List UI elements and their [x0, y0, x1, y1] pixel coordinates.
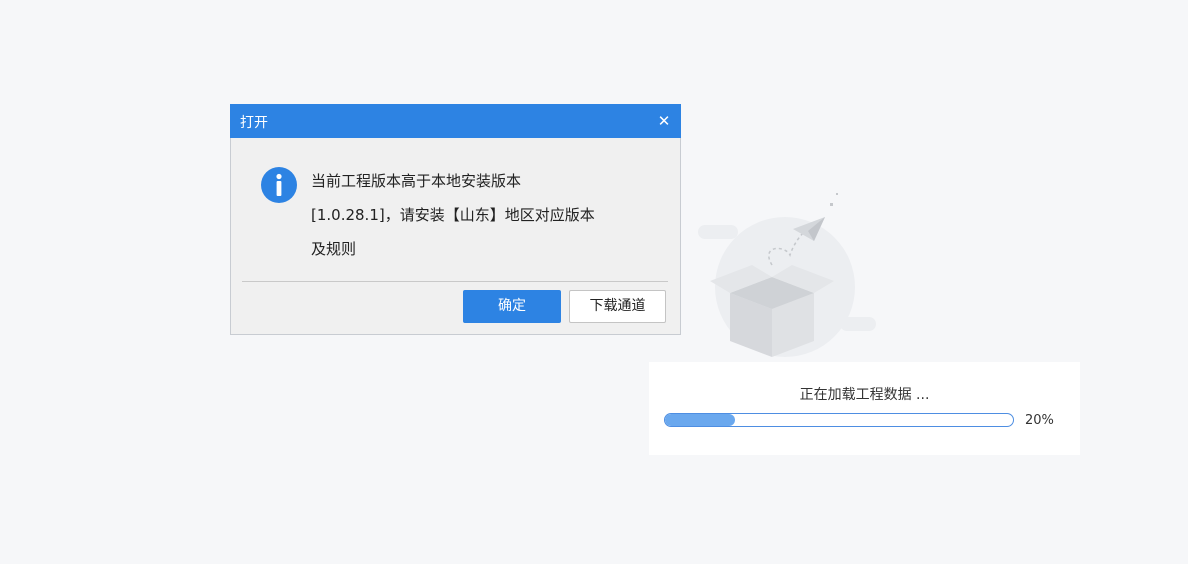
progress-bar-fill	[665, 414, 735, 426]
dialog-message: 当前工程版本高于本地安装版本 [1.0.28.1]，请安装【山东】地区对应版本 …	[311, 164, 661, 266]
dialog-divider	[242, 281, 668, 282]
empty-box-illustration	[690, 185, 880, 375]
open-dialog: 打开 ✕ 当前工程版本高于本地安装版本 [1.0.28.1]，请安装【山东】地区…	[230, 104, 681, 335]
close-button[interactable]: ✕	[653, 110, 675, 132]
loading-status-text: 正在加载工程数据 ...	[799, 387, 930, 403]
confirm-button[interactable]: 确定	[463, 290, 561, 323]
info-icon	[260, 166, 298, 204]
progress-bar	[664, 413, 1014, 427]
loading-panel: 正在加载工程数据 ... 20%	[649, 362, 1080, 455]
dialog-title: 打开	[240, 115, 268, 131]
dialog-titlebar: 打开 ✕	[230, 104, 681, 138]
progress-percent-label: 20%	[1025, 413, 1054, 428]
message-line: 及规则	[311, 240, 357, 258]
message-line: 当前工程版本高于本地安装版本	[311, 172, 522, 190]
message-line: [1.0.28.1]，请安装【山东】地区对应版本	[311, 206, 595, 224]
download-channel-button[interactable]: 下载通道	[569, 290, 666, 323]
close-icon: ✕	[657, 112, 671, 130]
